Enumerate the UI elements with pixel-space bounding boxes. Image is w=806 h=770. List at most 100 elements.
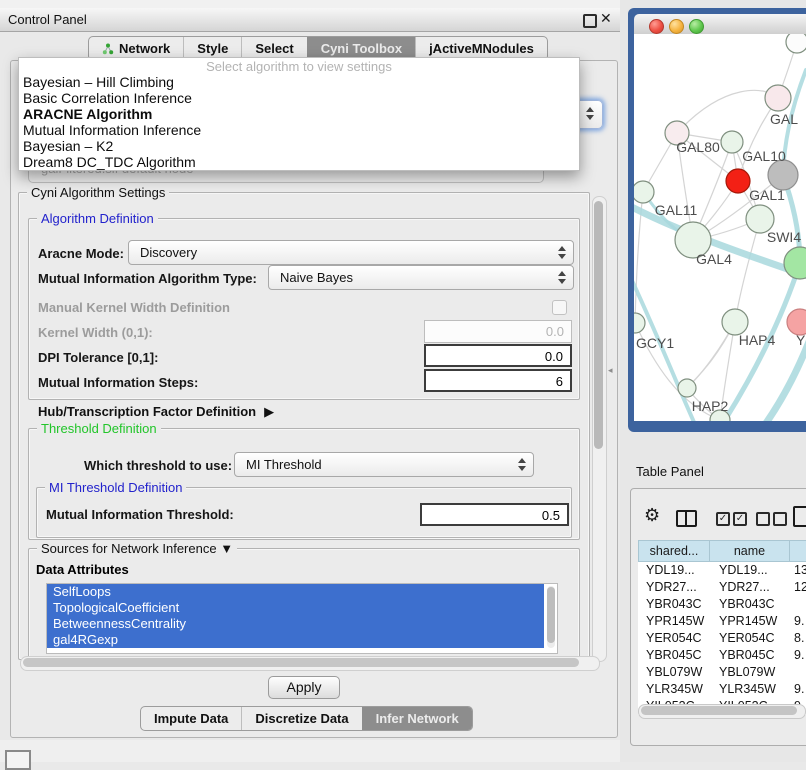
table-cell <box>789 596 806 613</box>
panel-collapse-icon[interactable]: ◂ <box>608 365 613 376</box>
attribute-item[interactable]: TopologicalCoefficient <box>47 600 544 616</box>
which-threshold-value: MI Threshold <box>246 453 322 476</box>
kernel-width-field[interactable]: 0.0 <box>424 320 572 343</box>
network-node-swi4[interactable] <box>784 247 806 279</box>
settings-vertical-scrollbar[interactable] <box>592 196 607 662</box>
tab-infer-network[interactable]: Infer Network <box>362 707 472 730</box>
tab-label: Style <box>197 41 228 56</box>
table-row[interactable]: YPR145WYPR145W9. <box>638 613 806 630</box>
control-panel-title: Control Panel <box>8 12 87 27</box>
tab-discretize-data[interactable]: Discretize Data <box>241 707 361 730</box>
algorithm-option[interactable]: Basic Correlation Inference <box>19 90 579 106</box>
column-header[interactable]: name <box>710 541 790 561</box>
column-header[interactable]: A <box>790 541 806 561</box>
node-label: SWI4 <box>767 229 801 245</box>
table-row[interactable]: YER054CYER054C8. <box>638 630 806 647</box>
network-node-gal10[interactable] <box>721 131 743 153</box>
control-panel-titlebar <box>0 8 620 32</box>
mi-threshold-field[interactable]: 0.5 <box>420 503 569 526</box>
network-node[interactable] <box>786 34 806 53</box>
close-icon[interactable]: ✕ <box>600 10 612 27</box>
tab-label: Network <box>119 41 170 56</box>
attribute-item[interactable]: SelfLoops <box>47 584 544 600</box>
checked-box-icon: ✓ <box>716 512 730 526</box>
hub-definition-label: Hub/Transcription Factor Definition <box>38 404 256 419</box>
table-cell: YBR043C <box>638 596 709 613</box>
manual-kernel-width-checkbox[interactable] <box>552 300 567 315</box>
gear-icon[interactable]: ⚙ <box>644 505 660 526</box>
node-attribute-table: shared...nameA YDL19...YDL19...13YDR27..… <box>638 540 806 715</box>
network-node-gcy1[interactable] <box>634 313 645 333</box>
column-browser-icon[interactable] <box>676 510 697 527</box>
tab-label: jActiveMNodules <box>429 41 534 56</box>
attribute-item[interactable]: BetweennessCentrality <box>47 616 544 632</box>
network-node-hap2[interactable] <box>678 379 696 397</box>
tab-impute-data[interactable]: Impute Data <box>141 707 241 730</box>
node-label: HAP2 <box>692 398 729 414</box>
sources-legend[interactable]: Sources for Network Inference ▼ <box>37 541 237 556</box>
table-cell: YLR345W <box>709 681 789 698</box>
table-cell: YER054C <box>638 630 709 647</box>
algorithm-option[interactable]: Bayesian – K2 <box>19 138 579 154</box>
kernel-width-label: Kernel Width (0,1): <box>38 325 153 340</box>
attributes-scrollbar[interactable] <box>547 586 555 648</box>
mi-algorithm-type-combobox[interactable]: Naive Bayes <box>268 265 574 290</box>
aracne-mode-combobox[interactable]: Discovery <box>128 240 574 265</box>
table-header-row: shared...nameA <box>638 540 806 562</box>
network-node-gal[interactable] <box>765 85 791 111</box>
table-horizontal-scrollbar[interactable] <box>638 704 806 719</box>
dpi-tolerance-label: DPI Tolerance [0,1]: <box>38 350 158 365</box>
table-cell: 8. <box>789 630 806 647</box>
close-traffic-light-icon[interactable] <box>649 19 664 34</box>
network-window-titlebar[interactable] <box>634 14 806 35</box>
node-label: GCY1 <box>636 335 674 351</box>
network-node[interactable] <box>768 160 798 190</box>
table-row[interactable]: YLR345WYLR345W9. <box>638 681 806 698</box>
float-window-icon[interactable] <box>583 14 597 28</box>
network-icon <box>102 43 114 55</box>
hub-definition-expander[interactable]: Hub/Transcription Factor Definition ▶ <box>38 404 274 420</box>
table-cell: 9. <box>789 647 806 664</box>
apply-button[interactable]: Apply <box>268 676 340 699</box>
node-label: Y <box>796 332 806 348</box>
expander-right-icon: ▶ <box>264 404 274 419</box>
mi-threshold-label: Mutual Information Threshold: <box>46 507 234 522</box>
table-row[interactable]: YBR045CYBR045C9. <box>638 647 806 664</box>
file-icon[interactable] <box>793 506 806 527</box>
column-header[interactable]: shared... <box>639 541 710 561</box>
mi-algorithm-type-label: Mutual Information Algorithm Type: <box>38 271 257 286</box>
deselect-all-icon[interactable] <box>756 512 787 526</box>
settings-horizontal-scrollbar[interactable] <box>20 656 600 671</box>
which-threshold-combobox[interactable]: MI Threshold <box>234 452 534 477</box>
data-attributes-label: Data Attributes <box>36 562 129 577</box>
table-cell: YPR145W <box>709 613 789 630</box>
table-cell: YLR345W <box>638 681 709 698</box>
table-cell: YDL19... <box>709 562 789 579</box>
mi-steps-field[interactable]: 6 <box>424 369 572 392</box>
algorithm-option[interactable]: ARACNE Algorithm <box>19 106 579 122</box>
minimized-panel-icon[interactable] <box>5 750 31 770</box>
table-row[interactable]: YDR27...YDR27...12 <box>638 579 806 596</box>
dpi-tolerance-field[interactable]: 0.0 <box>424 344 572 367</box>
algorithm-option[interactable]: Dream8 DC_TDC Algorithm <box>19 154 579 170</box>
mi-steps-label: Mutual Information Steps: <box>38 375 198 390</box>
table-row[interactable]: YDL19...YDL19...13 <box>638 562 806 579</box>
zoom-traffic-light-icon[interactable] <box>689 19 704 34</box>
table-cell: YDL19... <box>638 562 709 579</box>
table-row[interactable]: YBR043CYBR043C <box>638 596 806 613</box>
algorithm-option[interactable]: Mutual Information Inference <box>19 122 579 138</box>
attribute-item[interactable]: gal4RGexp <box>47 632 544 648</box>
table-cell: YDR27... <box>638 579 709 596</box>
select-all-icon[interactable]: ✓ ✓ <box>716 512 747 526</box>
network-node[interactable] <box>726 169 750 193</box>
network-canvas[interactable]: GALGAL80GAL10GAL1GAL11SWI4GAL4GCY1HAP4YH… <box>634 34 806 421</box>
table-row[interactable]: YBL079WYBL079W <box>638 664 806 681</box>
minimize-traffic-light-icon[interactable] <box>669 19 684 34</box>
algorithm-option[interactable]: Bayesian – Hill Climbing <box>19 74 579 90</box>
table-cell: YER054C <box>709 630 789 647</box>
table-panel-title: Table Panel <box>636 464 704 479</box>
network-node-gal11[interactable] <box>634 181 654 203</box>
table-cell: YBR043C <box>709 596 789 613</box>
algorithm-definition-legend: Algorithm Definition <box>37 211 158 226</box>
combo-stepper-icon <box>558 271 566 284</box>
